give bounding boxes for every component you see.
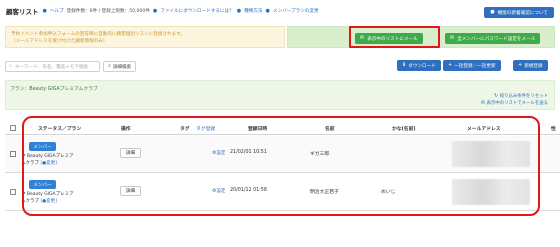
info-icon: ● [152,7,158,14]
bulk-register-button[interactable]: + 一括登録／一括更新 [443,60,501,71]
download-button[interactable]: ⬇ ダウンロード [397,60,441,71]
plan-label: プラン：Beauty GIGAプレミアムクラブ [10,87,98,92]
plus-icon: + [448,62,453,68]
search-icon: ⌕ [9,63,12,69]
header-bar: 顧客リスト ● ヘルプ 登録件数：6件 / 登録上限数：50,000件 ● ファ… [0,0,560,22]
send-mail-list-label: 表示中のリストでメールを送る [486,101,548,106]
refresh-icon: ↻ [494,93,499,99]
bulk-register-label: 一括登録／一括更新 [454,63,496,69]
plus-icon: + [518,62,523,68]
customer-list-page: 顧客リスト ● ヘルプ 登録件数：6件 / 登録上限数：50,000件 ● ファ… [0,0,560,247]
email-all-password-label: 全メンバーにパスワード設定をメール [457,36,536,42]
search-placeholder: キーワード、氏名、電話メモで検索 [14,64,89,70]
new-register-button[interactable]: + 新規登録 [513,60,548,71]
highlight-box-mail-button [349,26,440,48]
search-input[interactable]: ⌕ キーワード、氏名、電話メモで検索 [5,61,100,72]
help-icon: ● [42,7,47,14]
page-title: 顧客リスト [6,8,39,16]
member-plan-link[interactable]: メンバープランの変更 [273,8,319,14]
row-checkbox[interactable] [10,151,16,157]
header-meta: ● ヘルプ 登録件数：6件 / 登録上限数：50,000件 ● ファイルにダウン… [43,8,319,14]
download-icon: ⬇ [402,62,407,68]
plan-filter-panel: プラン：Beauty GIGAプレミアムクラブ ↻ 絞り込み条件をリセット ✉ … [5,80,555,110]
detail-search-button[interactable]: ⌕ 詳細検索 [103,61,137,72]
notice-line-1: 予約イベント参加申込フォームの回答時に自動的に顧客個別リストに登録されます。 [11,32,185,37]
notice-line-2: （メールアドレスを受け付けた顧客情報のみ） [11,39,108,44]
email-all-password-button[interactable]: ✉ 全メンバーにパスワード設定をメール [445,33,541,44]
feature-news-label: 機能の新着確認について [497,10,548,16]
guide-icon: ● [236,7,242,14]
plan-links: ↻ 絞り込み条件をリセット ✉ 表示中のリストでメールを送る [481,93,548,107]
reset-filter-link[interactable]: ↻ 絞り込み条件をリセット [481,93,548,100]
highlight-box-table [22,116,540,216]
mail-icon: ✉ [480,100,486,106]
mail-icon: ✉ [450,35,455,41]
reset-filter-label: 絞り込み条件をリセット [499,94,548,99]
send-mail-list-link[interactable]: ✉ 表示中のリストでメールを送る [481,100,548,107]
feature-news-button[interactable]: ● 機能の新着確認について [484,7,554,18]
col-gender[interactable]: 性 [551,125,556,132]
select-all-checkbox[interactable] [10,125,16,131]
search-row: ⌕ キーワード、氏名、電話メモで検索 ⌕ 詳細検索 ⬇ ダウンロード + 一括登… [5,60,555,73]
question-icon: ● [490,9,495,15]
record-count: 登録件数：6件 / 登録上限数：50,000件 [66,9,150,14]
help-link[interactable]: ヘルプ [50,8,64,14]
row-checkbox[interactable] [10,189,16,195]
detail-search-label: 詳細検索 [112,64,132,70]
guide-link[interactable]: 種類方法 [244,8,262,14]
notice-box: 予約イベント参加申込フォームの回答時に自動的に顧客個別リストに登録されます。 （… [5,26,285,48]
search-icon: ⌕ [108,63,111,69]
new-register-label: 新規登録 [524,63,543,69]
download-label: ダウンロード [408,63,436,69]
download-help-link[interactable]: ファイルにダウンロードするには？ [160,8,234,14]
member-icon: ● [265,7,270,14]
